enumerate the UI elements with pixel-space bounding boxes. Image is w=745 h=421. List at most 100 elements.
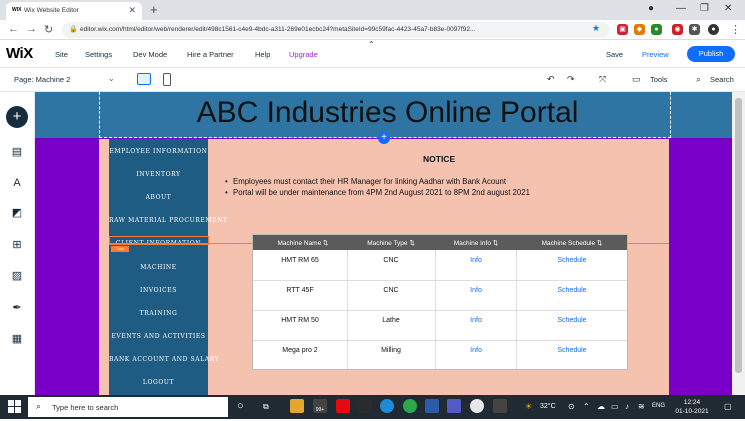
windows-start-icon[interactable] (8, 400, 21, 413)
redo-icon[interactable]: ↷ (567, 74, 575, 85)
zoom-out-icon[interactable]: ⤧ (599, 74, 606, 85)
people-icon[interactable]: ⊙ (568, 402, 575, 411)
reload-icon[interactable]: ↻ (44, 23, 53, 36)
minimize-icon[interactable]: — (676, 3, 686, 14)
nav-item-raw-material-procurement[interactable]: RAW MATERIAL PROCUREMENT (109, 217, 227, 224)
nav-item-training[interactable]: TRAINING (109, 310, 208, 317)
save-button[interactable]: Save (606, 50, 623, 59)
mail-icon[interactable]: 99+ (313, 399, 327, 413)
design-icon[interactable]: A (11, 177, 23, 189)
teams-icon[interactable] (447, 399, 461, 413)
nav-item-events-and-activities[interactable]: EVENTS AND ACTIVITIES (109, 333, 208, 340)
blog-icon[interactable]: ✒ (11, 302, 23, 314)
whatsapp-icon[interactable] (403, 399, 417, 413)
cloud-icon[interactable]: ☁ (597, 402, 605, 411)
search-icon[interactable]: ⌕ (696, 74, 701, 85)
extension-icon[interactable]: ◉ (672, 24, 683, 35)
preview-button[interactable]: Preview (642, 50, 669, 59)
tools-button[interactable]: Tools (650, 75, 668, 84)
store-icon[interactable] (358, 399, 372, 413)
collapse-bar-icon[interactable]: ⌃ (368, 40, 375, 49)
task-view-icon[interactable]: ⧉ (263, 402, 269, 412)
wix-logo[interactable]: WiX (6, 45, 33, 62)
nav-item-machine[interactable]: MACHINE (109, 264, 208, 271)
nav-item-inventory[interactable]: INVENTORY (109, 171, 208, 178)
netflix-icon[interactable] (336, 399, 350, 413)
col-machine-name[interactable]: Machine Name ⇅ (259, 239, 347, 247)
menu-upgrade[interactable]: Upgrade (289, 50, 318, 59)
background-icon[interactable]: ◩ (11, 207, 23, 219)
col-machine-type[interactable]: Machine Type ⇅ (347, 239, 435, 247)
profile-indicator-icon[interactable]: ● (648, 3, 654, 14)
maximize-icon[interactable]: ❐ (700, 3, 709, 14)
schedule-link[interactable]: Schedule (517, 347, 627, 354)
bookmark-star-icon[interactable]: ★ (592, 23, 600, 34)
nav-item-about[interactable]: ABOUT (109, 194, 208, 201)
taskbar-clock[interactable]: 12:24 01-10-2021 (672, 398, 712, 416)
scrollbar-thumb[interactable] (735, 98, 742, 373)
taskbar-search-field[interactable]: ⌕ Type here to search (28, 397, 228, 417)
search-button[interactable]: Search (710, 75, 734, 84)
url-field[interactable]: 🔒 editor.wix.com/html/editor/web/rendere… (62, 22, 610, 38)
menu-hire-a-partner[interactable]: Hire a Partner (187, 50, 234, 59)
extension-icon[interactable]: ● (651, 24, 662, 35)
info-link[interactable]: Info (435, 347, 517, 354)
add-section-button[interactable]: + (378, 132, 390, 144)
info-link[interactable]: Info (435, 287, 517, 294)
nav-item-invoices[interactable]: INVOICES (109, 287, 208, 294)
page-selector[interactable]: Page: Machine 2 (14, 75, 70, 84)
language-indicator[interactable]: ENG (652, 403, 665, 409)
col-machine-schedule[interactable]: Machine Schedule ⇅ (517, 239, 627, 247)
back-icon[interactable]: ← (8, 23, 19, 35)
nav-item-bank-account-and-salary[interactable]: BANK ACCOUNT AND SALARY (109, 356, 219, 363)
new-tab-button[interactable]: + (150, 2, 158, 17)
undo-icon[interactable]: ↶ (547, 74, 555, 85)
close-tab-icon[interactable]: ✕ (128, 5, 136, 16)
close-window-icon[interactable]: ✕ (724, 3, 732, 14)
wifi-icon[interactable]: ≋ (638, 402, 645, 411)
schedule-link[interactable]: Schedule (517, 317, 627, 324)
editor-canvas[interactable]: ABC Industries Online Portal EMPLOYEE IN… (35, 92, 732, 395)
tray-up-icon[interactable]: ⌃ (583, 402, 590, 411)
menu-dev-mode[interactable]: Dev Mode (133, 50, 167, 59)
file-explorer-icon[interactable] (290, 399, 304, 413)
extensions-puzzle-icon[interactable]: ✱ (689, 24, 700, 35)
menu-help[interactable]: Help (255, 50, 270, 59)
camera-icon[interactable] (493, 399, 507, 413)
pages-icon[interactable]: ▤ (11, 146, 23, 158)
nav-item-employee-information[interactable]: EMPLOYEE INFORMATION (109, 148, 208, 155)
col-machine-info[interactable]: Machine Info ⇅ (435, 239, 517, 247)
publish-button[interactable]: Publish (687, 46, 735, 62)
business-icon[interactable]: ▦ (11, 333, 23, 345)
schedule-link[interactable]: Schedule (517, 257, 627, 264)
extension-icon[interactable]: ◆ (634, 24, 645, 35)
schedule-link[interactable]: Schedule (517, 287, 627, 294)
desktop-view-icon[interactable] (137, 73, 151, 85)
volume-icon[interactable]: ♪ (625, 402, 629, 411)
chrome-icon[interactable] (470, 399, 484, 413)
tools-icon[interactable]: ▭ (632, 74, 641, 85)
menu-kebab-icon[interactable]: ⋮ (730, 23, 741, 36)
battery-icon[interactable]: ▭ (611, 402, 619, 411)
browser-tab[interactable]: WIX Wix Website Editor ✕ (6, 2, 142, 20)
edge-icon[interactable] (380, 399, 394, 413)
add-elements-button[interactable]: + (6, 106, 28, 128)
canvas-scrollbar[interactable] (732, 92, 745, 395)
weather-icon[interactable]: ☀ (525, 402, 532, 411)
profile-avatar[interactable]: ● (708, 24, 719, 35)
notification-icon[interactable]: ▢ (724, 402, 732, 411)
apps-icon[interactable]: ⊞ (11, 239, 23, 251)
mobile-view-icon[interactable] (163, 73, 171, 86)
menu-settings[interactable]: Settings (85, 50, 112, 59)
extension-icon[interactable]: ▣ (617, 24, 628, 35)
weather-temperature[interactable]: 32°C (540, 403, 556, 410)
forward-icon[interactable]: → (26, 23, 37, 35)
cortana-icon[interactable]: ○ (237, 400, 244, 412)
info-link[interactable]: Info (435, 257, 517, 264)
media-icon[interactable]: ▨ (11, 270, 23, 282)
info-link[interactable]: Info (435, 317, 517, 324)
chevron-down-icon[interactable]: ⌄ (108, 74, 115, 83)
menu-site[interactable]: Site (55, 50, 68, 59)
nav-item-logout[interactable]: LOGOUT (109, 379, 208, 386)
side-navigation[interactable]: EMPLOYEE INFORMATION INVENTORY ABOUT RAW… (109, 139, 227, 395)
